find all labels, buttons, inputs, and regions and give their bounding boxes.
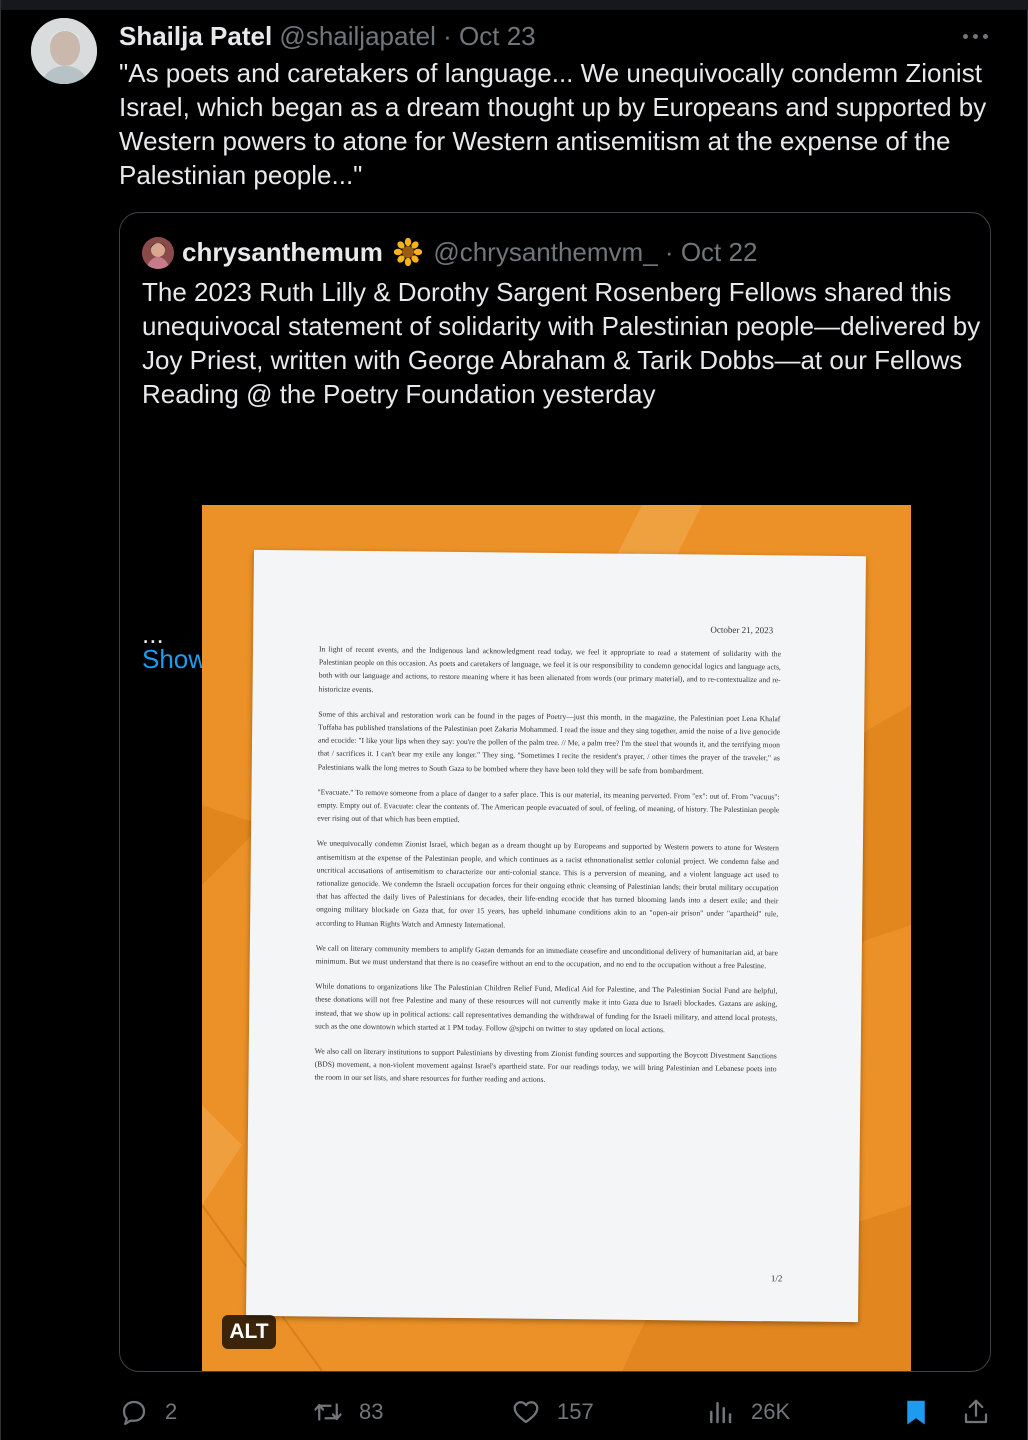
document-paragraph: Some of this archival and restoration wo… bbox=[317, 709, 781, 776]
avatar[interactable] bbox=[31, 18, 97, 84]
quote-header: chrysanthemum @chrysanthemvm_ · Oct 22 bbox=[182, 235, 757, 269]
document-paragraph: We call on literary community members to… bbox=[315, 943, 778, 971]
author-name[interactable]: Shailja Patel bbox=[119, 21, 272, 51]
top-bar bbox=[1, 0, 1028, 10]
document-page-number: 1/2 bbox=[770, 1273, 783, 1284]
quote-media-image[interactable]: October 21, 2023 In light of recent even… bbox=[202, 505, 911, 1371]
quote-author-handle[interactable]: @chrysanthemvm_ bbox=[433, 237, 657, 267]
quote-date[interactable]: Oct 22 bbox=[681, 237, 758, 267]
separator-dot: · bbox=[443, 21, 452, 51]
statement-document: October 21, 2023 In light of recent even… bbox=[246, 549, 866, 1323]
reply-button[interactable]: 2 bbox=[119, 1390, 177, 1434]
tweet-header: Shailja Patel @shailjapatel · Oct 23 bbox=[119, 20, 536, 52]
quote-avatar-photo bbox=[142, 237, 174, 269]
quote-text: The 2023 Ruth Lilly & Dorothy Sargent Ro… bbox=[142, 277, 981, 409]
repost-icon bbox=[314, 1403, 342, 1421]
more-options-icon[interactable] bbox=[961, 22, 991, 50]
heart-icon bbox=[513, 1401, 539, 1424]
analytics-icon bbox=[710, 1402, 732, 1424]
avatar-photo bbox=[31, 18, 97, 84]
views-button[interactable]: 26K bbox=[705, 1390, 790, 1434]
share-icon bbox=[964, 1399, 988, 1424]
document-paragraph: While donations to organizations like Th… bbox=[314, 981, 778, 1035]
tweet-text: "As poets and caretakers of language... … bbox=[119, 58, 987, 190]
view-count: 26K bbox=[751, 1399, 791, 1424]
document-body: In light of recent events, and the Indig… bbox=[314, 643, 781, 1102]
like-count: 157 bbox=[557, 1399, 594, 1424]
tweet-actions: 2 83 157 26K bbox=[1, 1390, 1028, 1434]
document-date: October 21, 2023 bbox=[710, 624, 774, 636]
quote-avatar[interactable] bbox=[142, 237, 174, 269]
sunflower-icon bbox=[394, 238, 423, 266]
quote-author-name[interactable]: chrysanthemum bbox=[182, 237, 383, 267]
document-paragraph: "Evacuate." To remove someone from a pla… bbox=[317, 787, 780, 825]
document-paragraph: We also call on literary institutions to… bbox=[314, 1046, 777, 1085]
repost-count: 83 bbox=[359, 1399, 384, 1424]
quoted-tweet[interactable]: chrysanthemum @chrysanthemvm_ · Oct 22 T… bbox=[119, 212, 991, 1372]
repost-button[interactable]: 83 bbox=[313, 1390, 383, 1434]
share-button[interactable] bbox=[961, 1390, 991, 1434]
quote-separator-dot: · bbox=[664, 237, 674, 267]
document-paragraph: In light of recent events, and the Indig… bbox=[318, 644, 782, 694]
like-button[interactable]: 157 bbox=[511, 1390, 594, 1434]
reply-count: 2 bbox=[165, 1399, 178, 1424]
tweet: Shailja Patel @shailjapatel · Oct 23 "As… bbox=[0, 0, 1028, 1440]
alt-text-badge[interactable]: ALT bbox=[222, 1315, 276, 1349]
bookmark-button[interactable] bbox=[901, 1390, 931, 1434]
author-handle[interactable]: @shailjapatel bbox=[279, 21, 435, 51]
reply-icon bbox=[122, 1400, 146, 1425]
tweet-date[interactable]: Oct 23 bbox=[459, 21, 536, 51]
bookmark-icon bbox=[907, 1400, 925, 1425]
document-paragraph: We unequivocally condemn Zionist Israel,… bbox=[316, 838, 779, 930]
